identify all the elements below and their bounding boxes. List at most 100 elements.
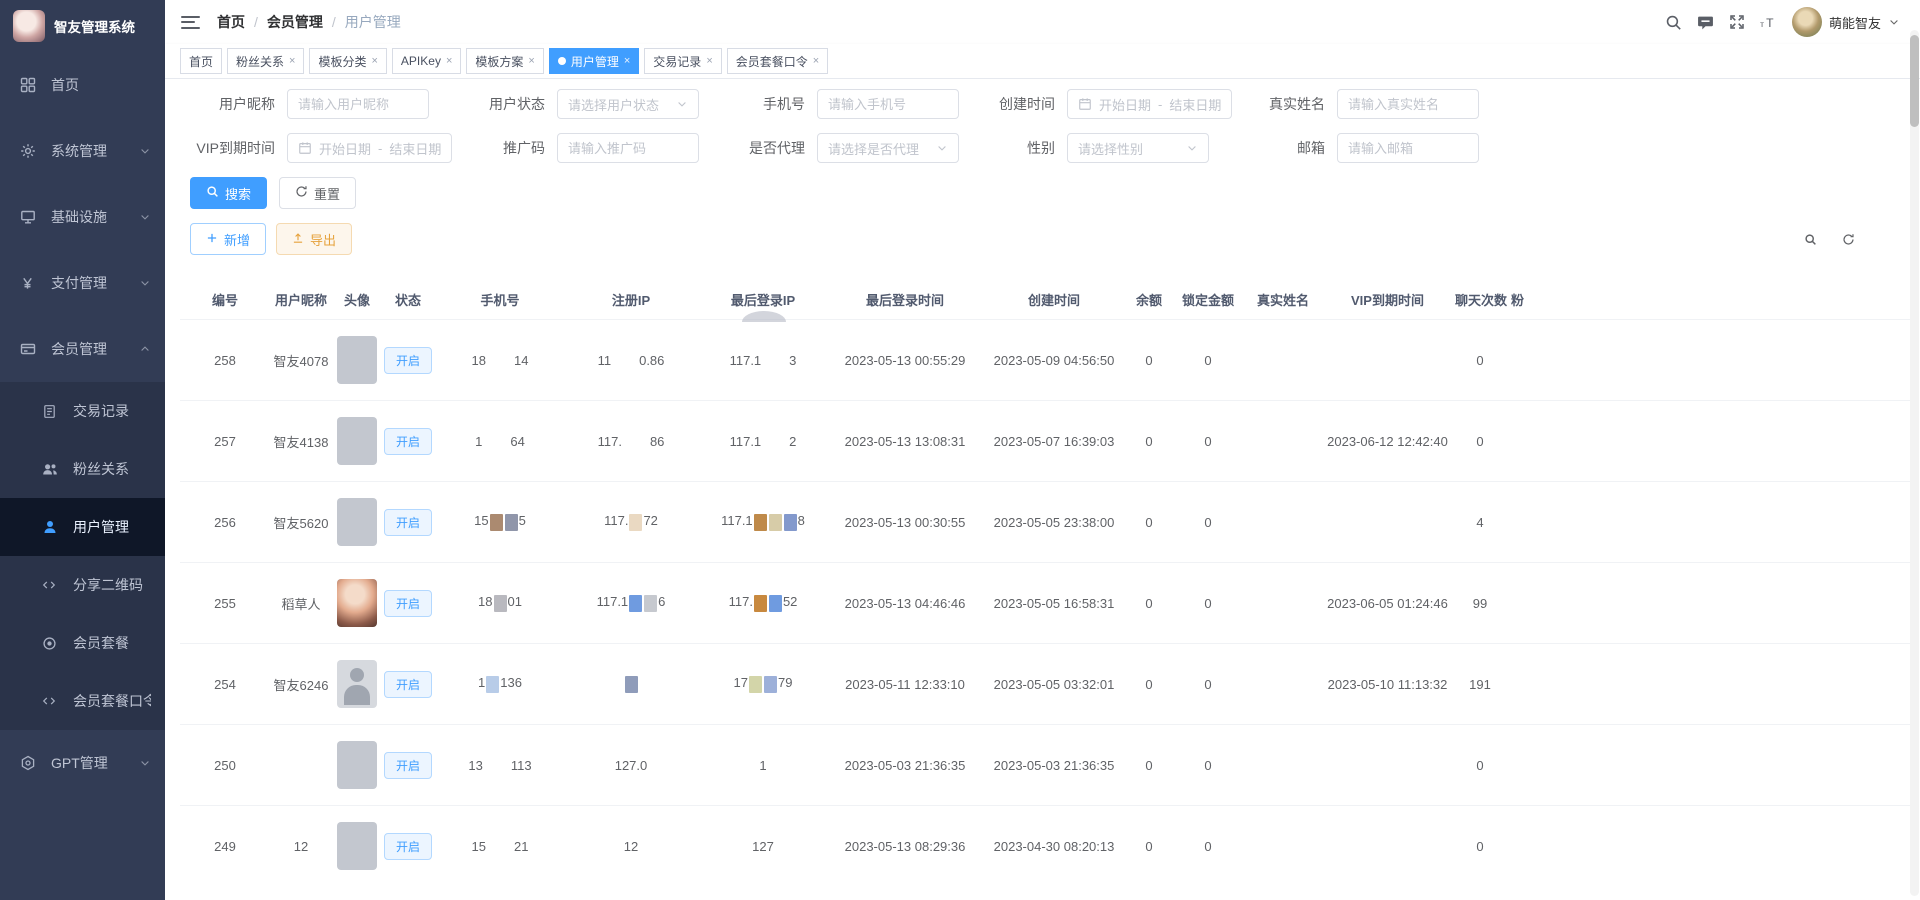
status-badge: 开启: [384, 428, 432, 455]
filter-select-是否代理[interactable]: 请选择是否代理: [817, 133, 959, 163]
scrollbar-thumb[interactable]: [1910, 35, 1919, 127]
column-header-最后登录时间: 最后登录时间: [830, 290, 980, 309]
filter-label: 创建时间: [960, 94, 1055, 114]
redaction-mosaic: [754, 595, 767, 612]
tab-用户管理[interactable]: 用户管理×: [549, 48, 639, 74]
user-name: 萌能智友: [1829, 13, 1881, 32]
cell-nickname: 智友5620: [270, 513, 332, 532]
close-icon[interactable]: ×: [624, 56, 630, 67]
font-size-icon[interactable]: тT: [1760, 15, 1777, 30]
sidebar-item-分享二维码[interactable]: 分享二维码: [0, 556, 165, 614]
tab-label: 会员套餐口令: [736, 53, 808, 70]
cell-id: 249: [180, 839, 270, 854]
tab-首页[interactable]: 首页: [180, 48, 222, 74]
close-icon[interactable]: ×: [813, 56, 819, 67]
ip-fragment: 17: [734, 675, 748, 690]
table-search-icon[interactable]: [1798, 227, 1822, 251]
cell-phone: 1801: [434, 594, 566, 611]
cell-register-ip: 110.86: [566, 353, 696, 368]
sidebar-item-会员管理[interactable]: 会员管理: [0, 316, 165, 382]
sidebar-item-用户管理[interactable]: 用户管理: [0, 498, 165, 556]
sidebar-item-系统管理[interactable]: 系统管理: [0, 118, 165, 184]
export-button[interactable]: 导出: [276, 223, 352, 255]
hamburger-icon[interactable]: [181, 16, 200, 29]
cell-last-login-ip: 117.12: [696, 434, 830, 449]
sidebar-item-会员套餐[interactable]: 会员套餐: [0, 614, 165, 672]
filter-input-邮箱[interactable]: [1337, 133, 1479, 163]
cell-status: 开启: [382, 428, 434, 455]
sidebar-item-GPT管理[interactable]: GPT管理: [0, 730, 165, 796]
ip-fragment: 0.86: [639, 353, 664, 368]
close-icon[interactable]: ×: [706, 56, 712, 67]
sidebar-item-label: GPT管理: [51, 753, 139, 773]
cell-last-login-time: 2023-05-13 13:08:31: [830, 434, 980, 449]
user-avatar[interactable]: [1792, 7, 1822, 37]
breadcrumb-home[interactable]: 首页: [217, 12, 245, 32]
sidebar-item-会员套餐口令[interactable]: 会员套餐口令: [0, 672, 165, 730]
column-header-粉: 粉: [1505, 290, 1910, 309]
filter-input-用户昵称[interactable]: [287, 89, 429, 119]
close-icon[interactable]: ×: [528, 56, 534, 67]
sidebar-item-基础设施[interactable]: 基础设施: [0, 184, 165, 250]
avatar: [337, 660, 377, 708]
sidebar-item-首页[interactable]: 首页: [0, 52, 165, 118]
tab-APIKey[interactable]: APIKey×: [392, 48, 461, 74]
search-icon[interactable]: [1665, 14, 1682, 31]
filter-input-手机号[interactable]: [817, 89, 959, 119]
cell-avatar: [332, 498, 382, 546]
tab-label: 交易记录: [653, 53, 701, 70]
redaction-mosaic: [764, 676, 777, 693]
filter-daterange-创建时间[interactable]: 开始日期-结束日期: [1067, 89, 1232, 119]
top-navbar: 首页 / 会员管理 / 用户管理 тT 萌能智友: [165, 0, 1920, 44]
user-menu[interactable]: 萌能智友: [1792, 7, 1900, 37]
cell-id: 258: [180, 353, 270, 368]
tab-交易记录[interactable]: 交易记录 ×: [644, 48, 721, 74]
filter-input-推广码[interactable]: [557, 133, 699, 163]
status-badge: 开启: [384, 509, 432, 536]
search-button[interactable]: 搜索: [190, 177, 267, 209]
message-icon[interactable]: [1697, 14, 1714, 31]
tab-模板方案[interactable]: 模板方案×: [466, 48, 543, 74]
ip-fragment: 72: [643, 513, 657, 528]
filter-select-用户状态[interactable]: 请选择用户状态: [557, 89, 699, 119]
cell-id: 250: [180, 758, 270, 773]
sidebar-item-label: 粉丝关系: [73, 459, 151, 479]
ip-fragment: 1: [759, 758, 766, 773]
active-tab-dot: [558, 57, 566, 65]
add-button[interactable]: 新增: [190, 223, 266, 255]
daterange-start: 开始日期: [1099, 95, 1151, 114]
cell-chat-count: 0: [1455, 434, 1505, 449]
sidebar-item-交易记录[interactable]: 交易记录: [0, 382, 165, 440]
sidebar-item-粉丝关系[interactable]: 粉丝关系: [0, 440, 165, 498]
tags-bar: 首页粉丝关系×模板分类×APIKey×模板方案×用户管理×交易记录×会员套餐口令…: [165, 44, 1920, 79]
status-badge: 开启: [384, 671, 432, 698]
avatar: [337, 336, 377, 384]
cell-register-ip: [566, 675, 696, 692]
filter-buttons: 搜索 重置: [190, 177, 1910, 209]
sidebar-item-支付管理[interactable]: 支付管理: [0, 250, 165, 316]
gear-icon: [20, 143, 38, 159]
cell-chat-count: 191: [1455, 677, 1505, 692]
page-scrollbar[interactable]: [1910, 30, 1919, 896]
filter-daterange-VIP到期时间[interactable]: 开始日期-结束日期: [287, 133, 452, 163]
ip-fragment: 1: [475, 434, 482, 449]
tab-粉丝关系[interactable]: 粉丝关系×: [227, 48, 304, 74]
close-icon[interactable]: ×: [289, 56, 295, 67]
close-icon[interactable]: ×: [371, 56, 377, 67]
svg-text:т: т: [1760, 19, 1764, 29]
close-icon[interactable]: ×: [446, 56, 452, 67]
redaction-mosaic: [625, 676, 638, 693]
breadcrumb-member[interactable]: 会员管理: [267, 12, 323, 32]
fullscreen-icon[interactable]: [1729, 14, 1745, 30]
sidebar-item-label: 会员套餐: [73, 633, 151, 653]
avatar: [337, 822, 377, 870]
code-icon: [42, 694, 60, 708]
reset-button[interactable]: 重置: [279, 177, 356, 209]
filter-select-性别[interactable]: 请选择性别: [1067, 133, 1209, 163]
filter-input-真实姓名[interactable]: [1337, 89, 1479, 119]
tab-模板分类[interactable]: 模板分类×: [309, 48, 386, 74]
table-refresh-icon[interactable]: [1836, 227, 1860, 251]
tab-会员套餐口令[interactable]: 会员套餐口令 ×: [727, 48, 828, 74]
membercard-icon: [20, 341, 38, 357]
add-button-label: 新增: [224, 230, 250, 249]
